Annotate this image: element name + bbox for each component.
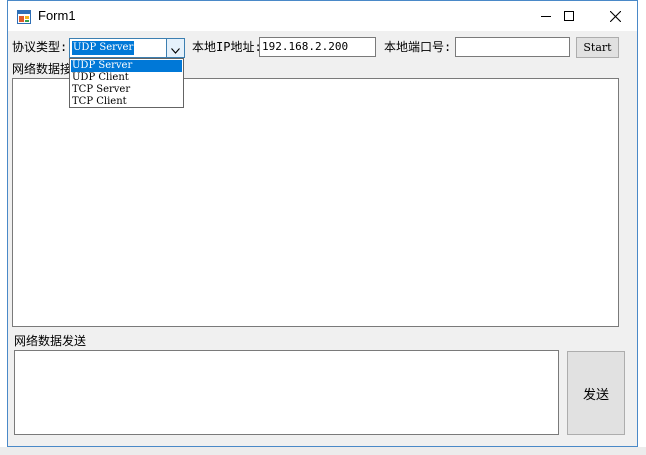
- dropdown-option-udp-client[interactable]: UDP Client: [71, 72, 182, 84]
- start-button[interactable]: Start: [576, 37, 619, 58]
- send-button[interactable]: 发送: [567, 351, 625, 435]
- local-ip-label: 本地IP地址:: [192, 40, 262, 54]
- dropdown-option-udp-server[interactable]: UDP Server: [71, 60, 182, 72]
- dropdown-option-tcp-server[interactable]: TCP Server: [71, 84, 182, 96]
- chevron-down-icon: [171, 39, 180, 58]
- protocol-type-label: 协议类型:: [12, 40, 68, 54]
- receive-label: 网络数据接: [12, 62, 73, 76]
- desktop-taskbar-strip: [0, 447, 646, 455]
- local-port-input[interactable]: [455, 37, 570, 57]
- dropdown-option-tcp-client[interactable]: TCP Client: [71, 96, 182, 108]
- main-window: Form1 协议类型: UDP Server 本地IP地址: 192.168.2…: [7, 0, 638, 447]
- maximize-button[interactable]: [546, 1, 592, 31]
- window-title: Form1: [38, 8, 76, 23]
- close-icon: [609, 10, 621, 22]
- local-port-label: 本地端口号:: [384, 40, 452, 54]
- form-app-icon: [17, 9, 31, 24]
- protocol-dropdown-button[interactable]: [166, 39, 184, 57]
- protocol-dropdown-list: UDP Server UDP Client TCP Server TCP Cli…: [69, 58, 184, 108]
- local-ip-input[interactable]: 192.168.2.200: [259, 37, 376, 57]
- maximize-icon: [564, 11, 574, 21]
- send-label: 网络数据发送: [14, 334, 87, 348]
- close-button[interactable]: [592, 1, 638, 31]
- title-bar[interactable]: Form1: [8, 1, 637, 31]
- send-textarea[interactable]: [14, 350, 559, 435]
- protocol-selected-value: UDP Server: [72, 41, 135, 55]
- protocol-combobox[interactable]: UDP Server: [69, 38, 185, 58]
- receive-textarea[interactable]: [12, 78, 619, 327]
